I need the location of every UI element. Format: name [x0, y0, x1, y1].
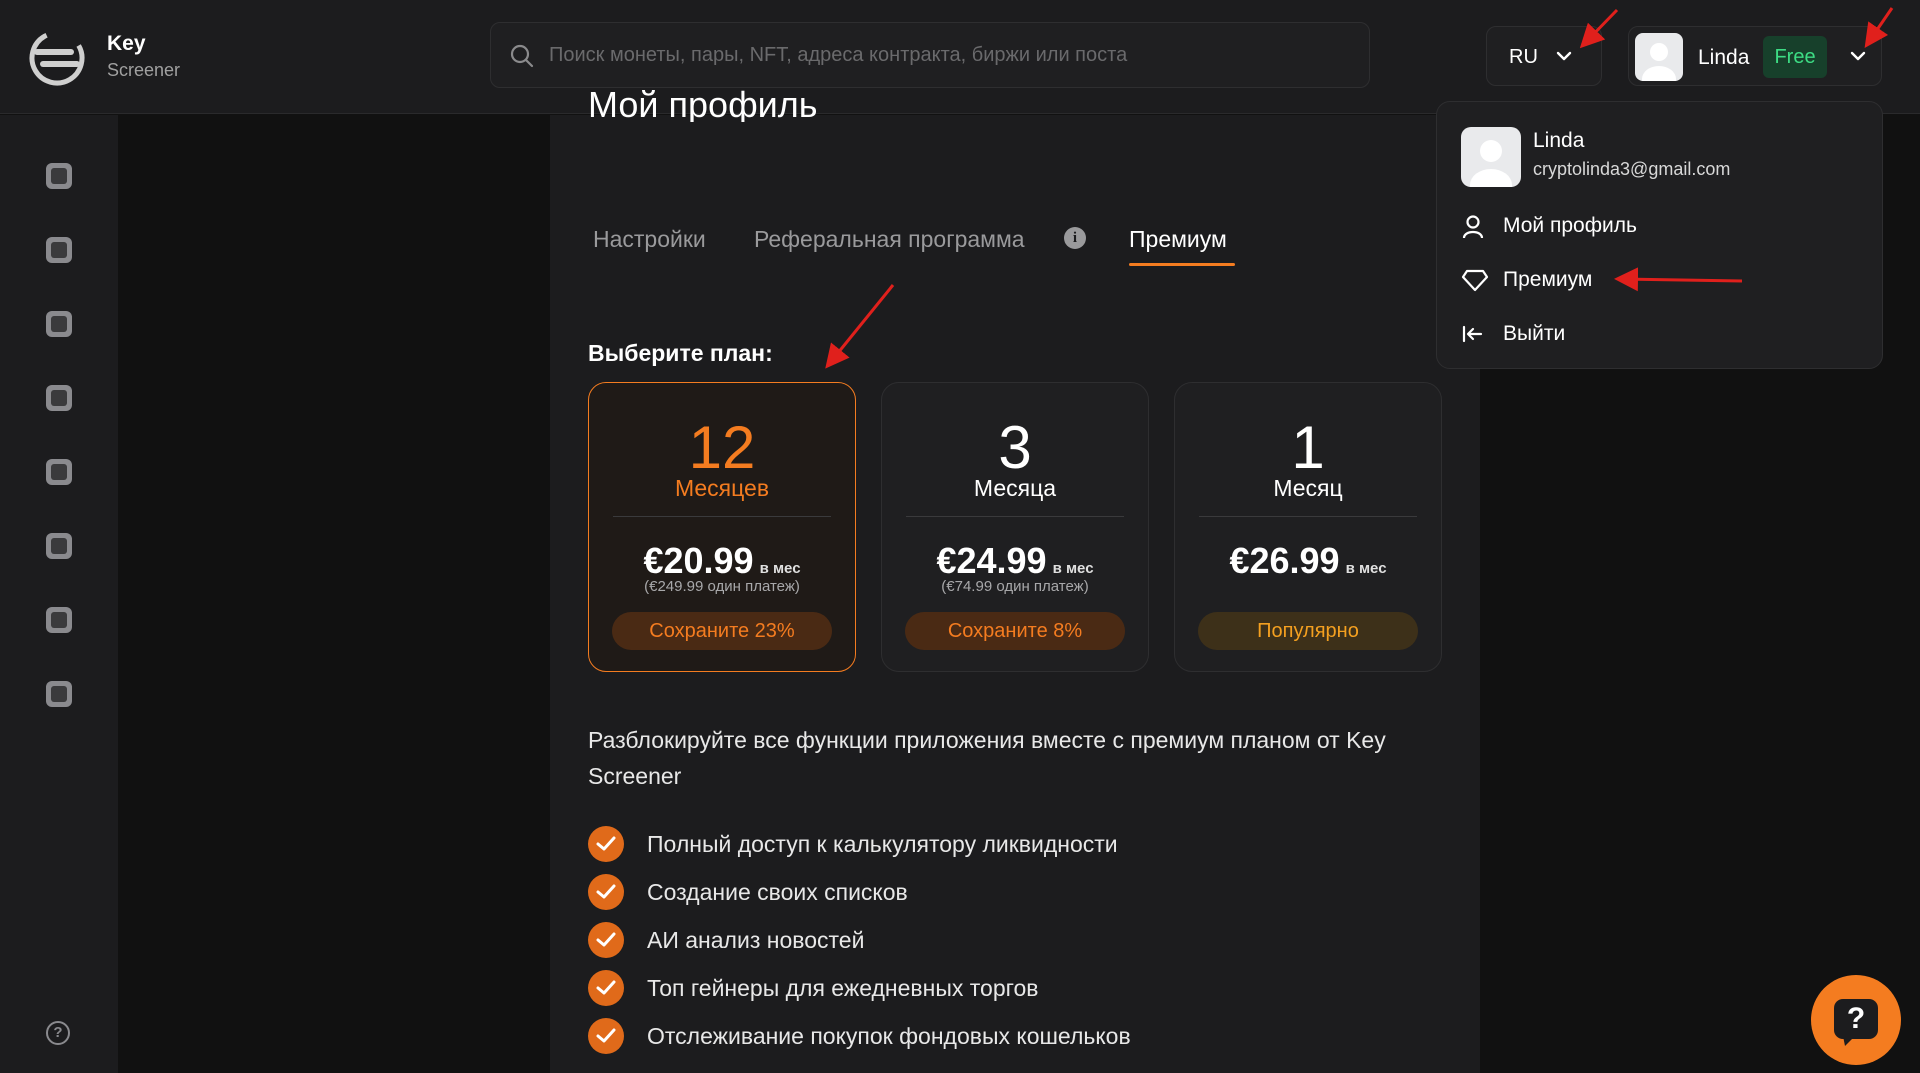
menu-item-label: Выйти: [1503, 322, 1566, 345]
chevron-down-icon[interactable]: [1849, 49, 1867, 63]
plan-count: 3: [998, 414, 1032, 481]
divider: [906, 516, 1124, 517]
logout-icon: [1462, 325, 1483, 343]
plan-price: €26.99 в мес: [1175, 540, 1441, 582]
user-menu-button[interactable]: Linda Free: [1628, 26, 1882, 86]
plan-total: (€249.99 один платеж): [644, 578, 800, 595]
check-icon: [588, 826, 624, 862]
calendar-icon[interactable]: [46, 681, 72, 707]
feature-label: Топ гейнеры для ежедневных торгов: [647, 975, 1039, 1001]
diamond-icon: [1461, 269, 1489, 292]
user-name: Linda: [1698, 46, 1750, 69]
price-value: €20.99: [643, 540, 754, 581]
savings-badge: Сохраните 23%: [612, 612, 832, 650]
user-dropdown-menu: Linda cryptolinda3@gmail.com Мой профиль…: [1436, 101, 1883, 369]
price-value: €26.99: [1229, 540, 1340, 581]
help-chat-icon: ?: [1834, 999, 1878, 1039]
active-tab-indicator: [1129, 263, 1235, 266]
info-icon[interactable]: i: [1064, 227, 1086, 249]
plan-unit: Месяцев: [674, 475, 770, 501]
sidebar: ?: [0, 115, 118, 1073]
coin-icon[interactable]: [46, 311, 72, 337]
brand-subtitle: Screener: [107, 60, 181, 80]
plans-heading: Выберите план:: [588, 340, 773, 366]
app-root: Key Screener RU Linda Free: [0, 0, 1920, 1073]
feature-label: Создание своих списков: [647, 879, 908, 905]
dollar-icon[interactable]: [46, 385, 72, 411]
menu-item-label: Мой профиль: [1503, 214, 1637, 237]
page-title: Мой профиль: [588, 84, 818, 122]
settings-icon[interactable]: [46, 607, 72, 633]
home-icon[interactable]: [46, 163, 72, 189]
speech-tail-icon: [1843, 1036, 1855, 1046]
divider: [1199, 516, 1417, 517]
divider: [613, 516, 831, 517]
key-screener-logo[interactable]: [28, 29, 86, 87]
avatar: [1635, 33, 1683, 81]
plan-badge: Free: [1763, 36, 1827, 78]
popular-badge: Популярно: [1198, 612, 1418, 650]
check-icon: [588, 970, 624, 1006]
chevron-down-icon: [1556, 51, 1572, 61]
plan-total: (€74.99 один платеж): [941, 578, 1089, 595]
search-icon: [510, 44, 534, 68]
plan-card-1-month[interactable]: 1 Месяц €26.99 в мес Популярно: [1174, 382, 1442, 672]
brand-name: Key: [107, 32, 146, 55]
tab-premium[interactable]: Премиум: [1129, 226, 1227, 253]
feature-label: АИ анализ новостей: [647, 927, 865, 953]
dropdown-user-email: cryptolinda3@gmail.com: [1533, 159, 1731, 179]
calculator-icon[interactable]: [46, 459, 72, 485]
plan-unit: Месяца: [973, 475, 1057, 501]
price-period: в мес: [1052, 560, 1094, 577]
check-icon: [588, 1018, 624, 1054]
feature-label: Отслеживание покупок фондовых кошельков: [647, 1023, 1131, 1049]
help-chat-button[interactable]: ?: [1811, 975, 1901, 1065]
plan-count: 1: [1291, 414, 1325, 481]
chart-icon[interactable]: [46, 237, 72, 263]
bookmark-icon[interactable]: [46, 533, 72, 559]
savings-badge: Сохраните 8%: [905, 612, 1125, 650]
tab-settings[interactable]: Настройки: [593, 226, 706, 253]
check-icon: [588, 922, 624, 958]
top-bar: Key Screener RU Linda Free: [0, 0, 1920, 114]
plan-price: €20.99 в мес: [589, 540, 855, 582]
plan-unit: Месяц: [1273, 475, 1343, 501]
help-icon[interactable]: ?: [46, 1021, 70, 1045]
plan-card-3-months[interactable]: 3 Месяца €24.99 в мес (€74.99 один платеж…: [881, 382, 1149, 672]
language-label: RU: [1509, 46, 1538, 68]
user-icon: [1462, 215, 1484, 239]
menu-item-label: Премиум: [1503, 268, 1593, 291]
price-period: в мес: [1345, 560, 1387, 577]
avatar: [1461, 127, 1521, 187]
language-selector[interactable]: RU: [1486, 26, 1602, 86]
plan-price: €24.99 в мес: [882, 540, 1148, 582]
price-period: в мес: [759, 560, 801, 577]
premium-description: Разблокируйте все функции приложения вме…: [588, 727, 1386, 789]
dropdown-user-name: Linda: [1533, 129, 1585, 152]
price-value: €24.99: [936, 540, 1047, 581]
tab-referral[interactable]: Реферальная программа: [754, 226, 1025, 253]
plan-count: 12: [688, 414, 756, 481]
plan-card-12-months[interactable]: 12 Месяцев €20.99 в мес (€249.99 один пла…: [588, 382, 856, 672]
feature-label: Полный доступ к калькулятору ликвидности: [647, 831, 1118, 857]
check-icon: [588, 874, 624, 910]
